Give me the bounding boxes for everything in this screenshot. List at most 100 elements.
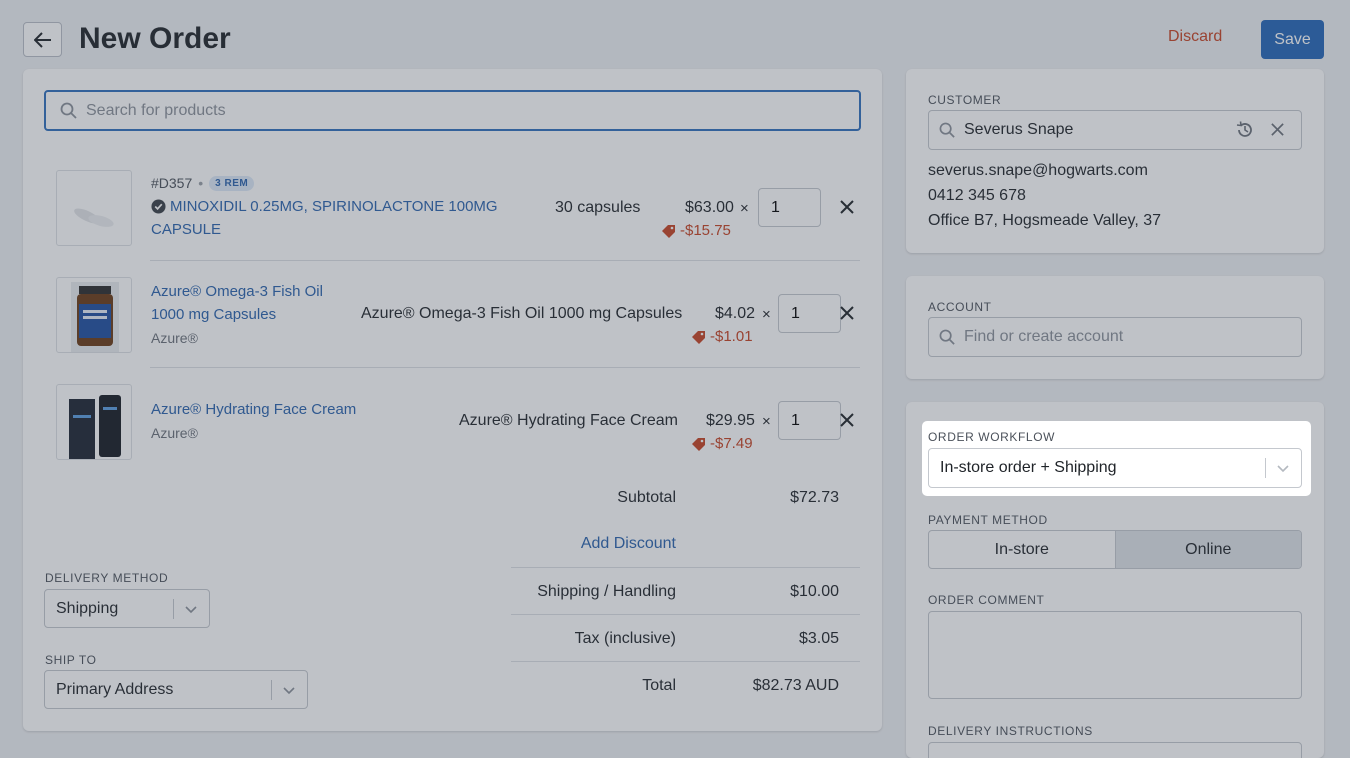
product-name-line1[interactable]: Azure® Omega-3 Fish Oil <box>151 280 323 303</box>
subtotal-label: Subtotal <box>617 489 676 506</box>
order-items-card: #D357 • 3 REM MINOXIDIL 0.25MG, SPIRINOL… <box>23 69 882 731</box>
customer-email: severus.snape@hogwarts.com <box>928 162 1148 179</box>
history-icon[interactable] <box>1235 120 1255 140</box>
back-button[interactable] <box>23 22 62 57</box>
customer-field[interactable]: Severus Snape <box>928 110 1302 150</box>
product-name-line1[interactable]: Azure® Hydrating Face Cream <box>151 398 356 421</box>
sku: #D357 <box>151 175 193 191</box>
divider <box>511 661 860 662</box>
order-workflow-highlight: ORDER WORKFLOW In-store order + Shipping <box>922 421 1311 496</box>
order-comment-input[interactable] <box>928 611 1302 699</box>
remove-item-button[interactable] <box>838 198 856 216</box>
variant-label: Azure® Hydrating Face Cream <box>459 412 678 429</box>
delivery-method-value: Shipping <box>56 599 119 617</box>
shipping-label: Shipping / Handling <box>537 583 676 600</box>
discount-value: -$1.01 <box>710 328 753 345</box>
chevron-down-icon <box>283 687 295 695</box>
discard-button[interactable]: Discard <box>1168 28 1222 46</box>
search-icon <box>939 329 955 345</box>
product-name-line1: MINOXIDIL 0.25MG, SPIRINOLACTONE 100MG <box>170 198 498 215</box>
customer-address: Office B7, Hogsmeade Valley, 37 <box>928 212 1162 229</box>
account-field[interactable]: Find or create account <box>928 317 1302 357</box>
remove-item-button[interactable] <box>838 304 856 322</box>
line-item: Azure® Hydrating Face Cream Azure® Azure… <box>23 368 882 468</box>
customer-card: CUSTOMER Severus Snape severus.snape@hog… <box>906 69 1324 253</box>
quantity-input[interactable] <box>778 294 841 333</box>
multiply-sign: × <box>762 306 771 323</box>
variant-label: 30 capsules <box>555 199 641 216</box>
product-search[interactable] <box>44 90 861 131</box>
total-value: $82.73 AUD <box>752 677 839 694</box>
delivery-method-select[interactable]: Shipping <box>44 589 210 628</box>
order-comment-label: ORDER COMMENT <box>928 593 1045 607</box>
price-tag-icon <box>692 330 705 344</box>
ship-to-label: SHIP TO <box>45 653 97 667</box>
payment-method-label: PAYMENT METHOD <box>928 513 1048 527</box>
shipping-value: $10.00 <box>790 583 839 600</box>
multiply-sign: × <box>762 413 771 430</box>
quantity-input[interactable] <box>758 188 821 227</box>
search-icon <box>60 102 77 119</box>
back-arrow-icon <box>33 31 51 48</box>
item-discount: -$15.75 <box>661 222 731 239</box>
item-discount: -$7.49 <box>691 435 753 452</box>
page-title: New Order <box>79 22 231 55</box>
product-name-line2[interactable]: CAPSULE <box>151 218 221 241</box>
add-discount-link[interactable]: Add Discount <box>581 535 676 553</box>
payment-option-online[interactable]: Online <box>1114 531 1301 568</box>
new-order-page: New Order Discard Save #D357 • 3 REM MIN… <box>0 0 1350 758</box>
payment-method-toggle: In-store Online <box>928 530 1302 569</box>
price-tag-icon <box>692 437 705 451</box>
delivery-instructions-label: DELIVERY INSTRUCTIONS <box>928 724 1093 738</box>
tax-label: Tax (inclusive) <box>574 630 676 647</box>
order-workflow-label: ORDER WORKFLOW <box>928 430 1056 444</box>
clear-customer-icon[interactable] <box>1270 122 1285 137</box>
divider <box>511 614 860 615</box>
payment-option-in-store[interactable]: In-store <box>929 531 1115 568</box>
product-thumbnail <box>56 170 132 246</box>
discount-value: -$7.49 <box>710 435 753 452</box>
customer-label: CUSTOMER <box>928 93 1002 107</box>
ship-to-select[interactable]: Primary Address <box>44 670 308 709</box>
remaining-badge: 3 REM <box>209 175 255 191</box>
item-discount: -$1.01 <box>691 328 753 345</box>
price-tag-icon <box>662 224 675 238</box>
product-name-link[interactable]: MINOXIDIL 0.25MG, SPIRINOLACTONE 100MG <box>151 195 498 218</box>
unit-price: $4.02 <box>715 305 756 322</box>
account-placeholder: Find or create account <box>964 328 1124 345</box>
unit-price: $29.95 <box>706 412 755 429</box>
verified-check-icon <box>151 199 166 214</box>
quantity-input[interactable] <box>778 401 841 440</box>
order-workflow-value: In-store order + Shipping <box>940 459 1117 476</box>
brand-label: Azure® <box>151 425 198 441</box>
order-workflow-select[interactable]: In-store order + Shipping <box>928 448 1302 488</box>
product-search-input[interactable] <box>86 101 786 120</box>
product-thumbnail <box>56 277 132 353</box>
subtotal-value: $72.73 <box>790 489 839 506</box>
close-icon <box>840 306 854 320</box>
variant-label: Azure® Omega-3 Fish Oil 1000 mg Capsules <box>361 305 683 322</box>
line-item: Azure® Omega-3 Fish Oil 1000 mg Capsules… <box>23 261 882 368</box>
delivery-method-label: DELIVERY METHOD <box>45 571 169 585</box>
brand-label: Azure® <box>151 330 198 346</box>
multiply-sign: × <box>740 200 749 217</box>
ship-to-value: Primary Address <box>56 680 174 698</box>
total-label: Total <box>642 677 676 694</box>
sku-line: #D357 • 3 REM <box>151 175 255 191</box>
remove-item-button[interactable] <box>838 411 856 429</box>
product-name-line2[interactable]: 1000 mg Capsules <box>151 303 276 326</box>
discount-value: -$15.75 <box>680 222 731 239</box>
account-card: ACCOUNT Find or create account <box>906 276 1324 379</box>
chevron-down-icon <box>185 606 197 614</box>
product-thumbnail <box>56 384 132 460</box>
customer-name: Severus Snape <box>964 121 1074 138</box>
account-label: ACCOUNT <box>928 300 992 314</box>
close-icon <box>840 200 854 214</box>
line-item: #D357 • 3 REM MINOXIDIL 0.25MG, SPIRINOL… <box>23 154 882 261</box>
tax-value: $3.05 <box>798 630 839 647</box>
divider <box>511 567 860 568</box>
save-button[interactable]: Save <box>1261 20 1324 59</box>
close-icon <box>840 413 854 427</box>
customer-phone: 0412 345 678 <box>928 187 1026 204</box>
delivery-instructions-input[interactable] <box>928 742 1302 758</box>
